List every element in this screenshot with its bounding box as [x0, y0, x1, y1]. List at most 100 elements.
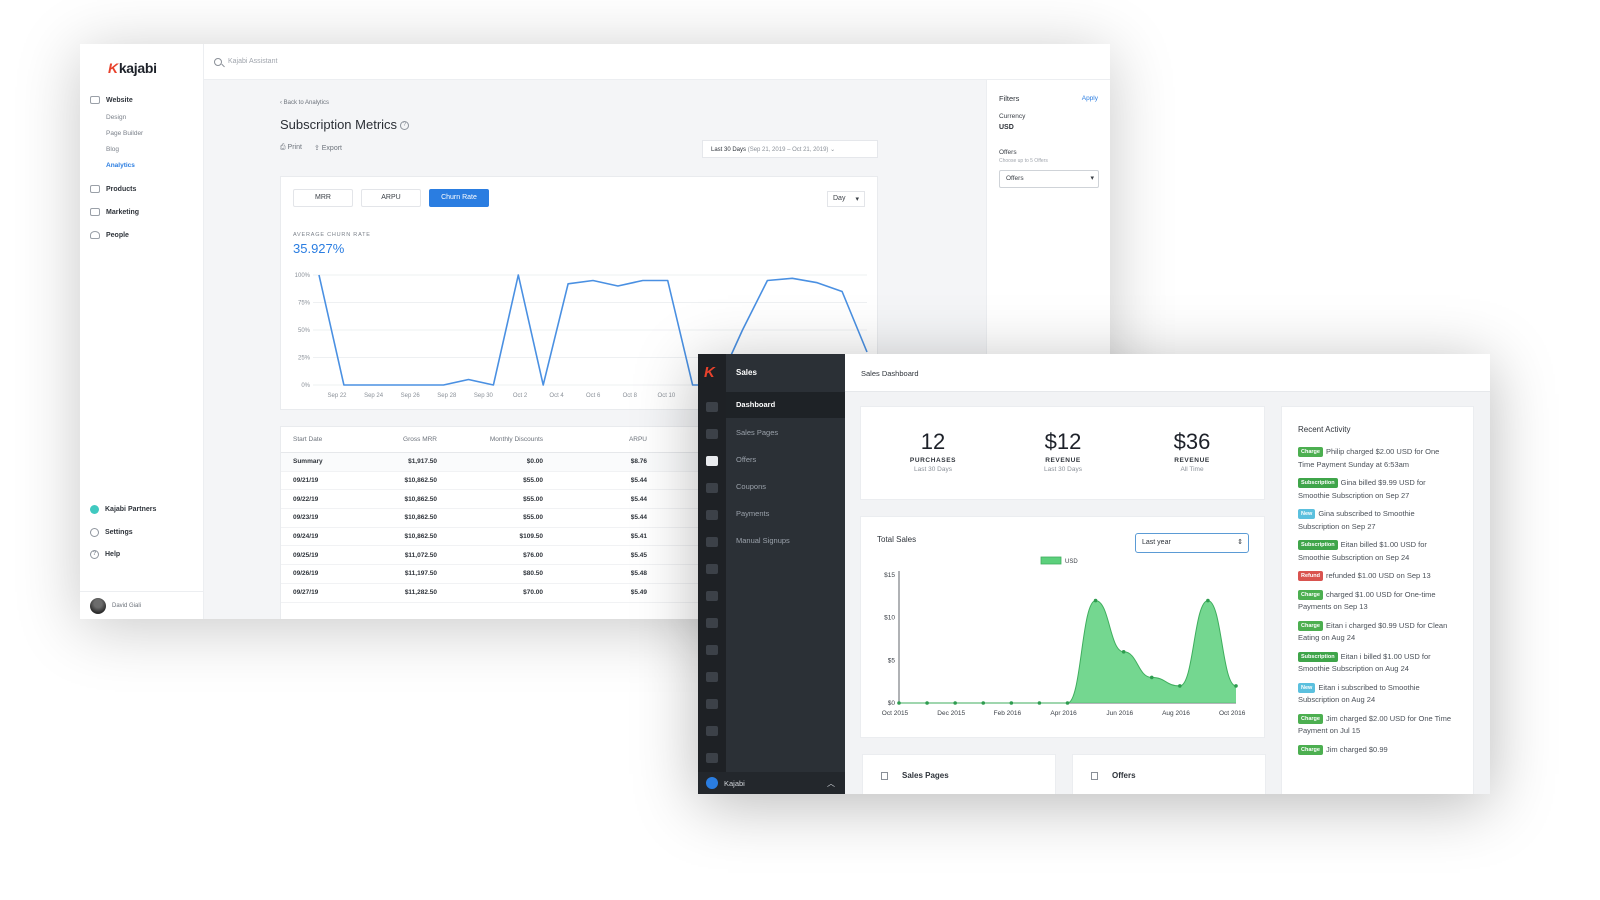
nav-analytics[interactable]: Analytics	[106, 162, 135, 169]
back-to-analytics-link[interactable]: ‹ Back to Analytics	[280, 100, 329, 106]
col-start-date[interactable]: Start Date	[281, 436, 371, 443]
activity-badge: Charge	[1298, 447, 1323, 457]
cart-icon[interactable]	[706, 456, 718, 466]
people-icon[interactable]	[706, 483, 718, 493]
col-gross-mrr[interactable]: Gross MRR	[371, 436, 437, 443]
tab-arpu[interactable]: ARPU	[361, 189, 421, 207]
activity-text: Eitan i subscribed to Smoothie Subscript…	[1298, 682, 1420, 705]
activity-item[interactable]: Charge Eitan i charged $0.99 USD for Clea…	[1298, 620, 1457, 645]
activity-text: refunded $1.00 USD on Sep 13	[1325, 571, 1431, 580]
menu-offers[interactable]: Offers	[736, 455, 756, 464]
interval-select[interactable]: Day ▾	[827, 191, 865, 207]
activity-item[interactable]: Subscription Eitan i billed $1.00 USD for…	[1298, 651, 1457, 676]
nav-website[interactable]: Website	[90, 96, 133, 104]
export-button[interactable]: ⇪ Export	[314, 144, 342, 152]
nav-help[interactable]: ? Help	[90, 550, 120, 559]
bar-chart-icon[interactable]	[706, 591, 718, 601]
y-tick-label: $5	[888, 657, 896, 664]
caret-down-icon: ▾	[855, 196, 859, 203]
help-icon[interactable]	[706, 753, 718, 763]
nav-page-builder[interactable]: Page Builder	[106, 130, 143, 137]
nav-blog[interactable]: Blog	[106, 146, 119, 153]
section-title: Sales	[736, 368, 757, 377]
sales-pages-card[interactable]: Sales Pages	[862, 754, 1056, 794]
gear-icon[interactable]	[706, 726, 718, 736]
x-tick-label: Feb 2016	[994, 710, 1022, 717]
activity-item[interactable]: Refund refunded $1.00 USD on Sep 13	[1298, 570, 1457, 583]
dollar-icon[interactable]	[706, 645, 718, 655]
activity-badge: Charge	[1298, 713, 1323, 724]
sales-window: K Sales Dashboard Sales Pages Offers Cou…	[698, 354, 1490, 794]
menu-dashboard[interactable]: Dashboard	[726, 392, 845, 418]
menu-coupons[interactable]: Coupons	[736, 482, 766, 491]
range-select[interactable]: Last year	[1135, 533, 1249, 553]
user-menu[interactable]: David Giali	[80, 591, 204, 619]
tab-churn-rate[interactable]: Churn Rate	[429, 189, 489, 207]
chevron-up-icon[interactable]: ︿	[827, 778, 835, 789]
kajabi-logo[interactable]: Kkajabi	[108, 60, 157, 76]
col-monthly-discounts[interactable]: Monthly Discounts	[437, 436, 543, 443]
offers-label: Offers	[999, 149, 1017, 156]
date-range-select[interactable]: Last 30 Days (Sep 21, 2019 – Oct 21, 201…	[702, 140, 878, 158]
activity-item[interactable]: Subscription Gina billed $9.99 USD for Sm…	[1298, 477, 1457, 502]
help-icon: ?	[90, 550, 99, 559]
offers-card[interactable]: Offers	[1072, 754, 1266, 794]
activity-item[interactable]: Charge Philip charged $2.00 USD for One T…	[1298, 446, 1457, 471]
print-button[interactable]: ⎙ Print	[280, 144, 302, 152]
activity-text: Gina subscribed to Smoothie Subscription…	[1298, 509, 1415, 531]
nav-marketing[interactable]: Marketing	[90, 208, 139, 216]
activity-badge: Charge	[1298, 744, 1323, 755]
nav-people[interactable]: People	[90, 231, 129, 239]
currency-label: Currency	[999, 113, 1026, 120]
shuffle-icon[interactable]	[706, 699, 718, 709]
x-tick-label: Sep 26	[401, 393, 421, 399]
chat-icon[interactable]	[706, 564, 718, 574]
offers-select[interactable]: Offers	[999, 170, 1099, 188]
data-point	[981, 701, 986, 705]
top-search-bar[interactable]: Kajabi Assistant	[204, 44, 1110, 80]
x-tick-label: Jun 2016	[1106, 710, 1133, 717]
star-icon[interactable]	[706, 672, 718, 682]
monitor-icon[interactable]	[706, 510, 718, 520]
pages-icon[interactable]	[706, 429, 718, 439]
data-point	[1178, 684, 1182, 688]
activity-item[interactable]: Charge charged $1.00 USD for One-time Pay…	[1298, 589, 1457, 614]
stat-revenue-30d: $12 REVENUE Last 30 Days	[1044, 429, 1082, 473]
search-input[interactable]: Kajabi Assistant	[228, 58, 277, 65]
activity-text: Jim charged $0.99	[1325, 744, 1388, 754]
activity-item[interactable]: Charge Jim charged $0.99	[1298, 744, 1457, 757]
apply-filters-button[interactable]: Apply	[1082, 95, 1098, 102]
toolbar: ⎙ Print ⇪ Export	[280, 144, 342, 152]
currency-value[interactable]: USD	[999, 124, 1098, 131]
x-tick-label: Oct 4	[549, 393, 564, 399]
menu-payments[interactable]: Payments	[736, 509, 769, 518]
activity-badge: Charge	[1298, 589, 1323, 600]
data-point	[925, 701, 929, 705]
tag-icon	[90, 185, 100, 193]
menu-sales-pages[interactable]: Sales Pages	[736, 428, 778, 437]
nav-settings[interactable]: Settings	[90, 528, 133, 537]
nav-kajabi-partners[interactable]: Kajabi Partners	[90, 505, 156, 514]
help-circle-icon[interactable]: ?	[400, 121, 410, 131]
x-tick-label: Oct 8	[623, 393, 638, 399]
sidebar-footer[interactable]: Kajabi ︿	[698, 772, 845, 794]
activity-item[interactable]: Subscription Eitan billed $1.00 USD for S…	[1298, 539, 1457, 564]
tab-mrr[interactable]: MRR	[293, 189, 353, 207]
heart-icon[interactable]	[706, 618, 718, 628]
menu-manual-signups[interactable]: Manual Signups	[736, 536, 790, 545]
activity-item[interactable]: New Eitan i subscribed to Smoothie Subscr…	[1298, 682, 1457, 707]
x-tick-label: Sep 22	[327, 393, 347, 399]
col-arpu[interactable]: ARPU	[543, 436, 647, 443]
dashboard-icon[interactable]	[706, 402, 718, 412]
activity-item[interactable]: New Gina subscribed to Smoothie Subscript…	[1298, 508, 1457, 533]
activity-badge: Charge	[1298, 620, 1323, 631]
kajabi-k-logo[interactable]: K	[704, 364, 715, 381]
legend-label: USD	[1065, 559, 1078, 565]
nav-design[interactable]: Design	[106, 114, 126, 121]
megaphone-icon[interactable]	[706, 537, 718, 547]
x-tick-label: Sep 24	[364, 393, 384, 399]
nav-products[interactable]: Products	[90, 185, 136, 193]
activity-item[interactable]: Charge Jim charged $2.00 USD for One Time…	[1298, 713, 1457, 738]
data-point	[1009, 701, 1014, 705]
monitor-icon	[90, 96, 100, 104]
